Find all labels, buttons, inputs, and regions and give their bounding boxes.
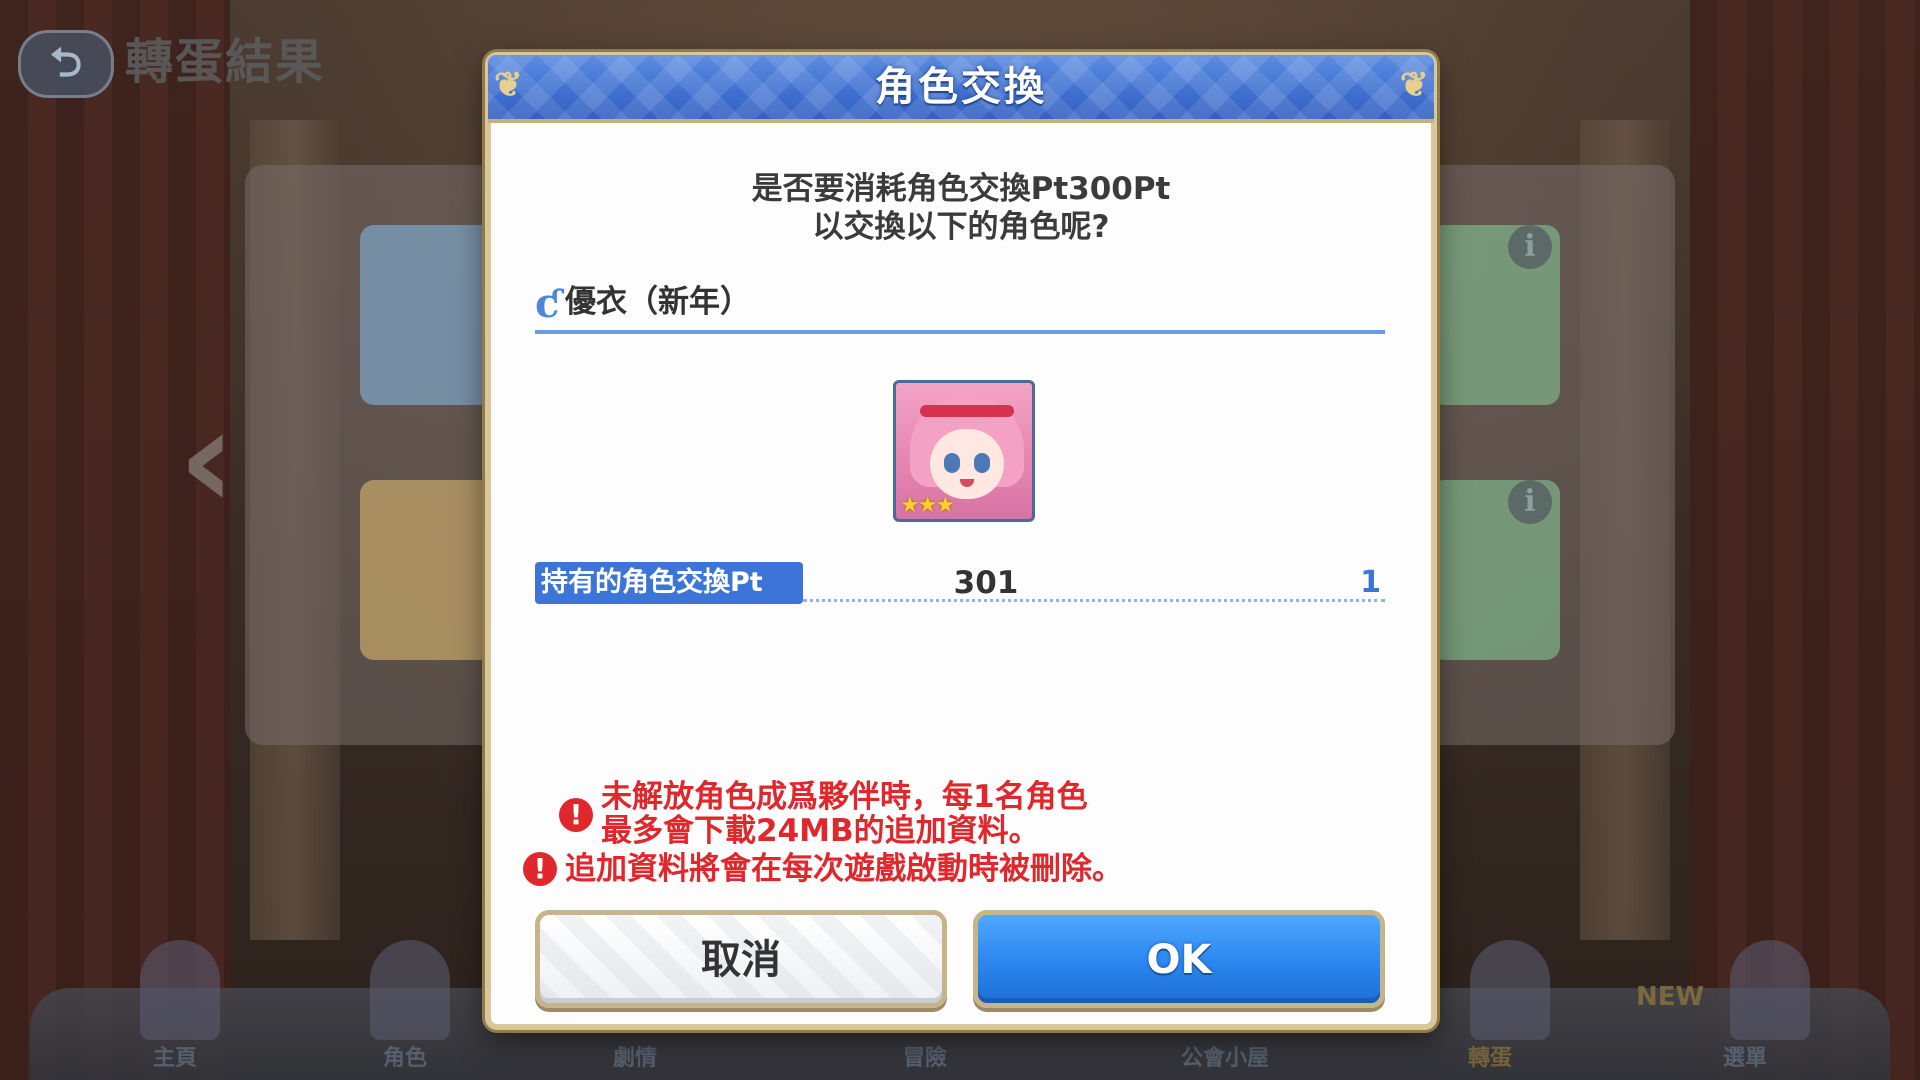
- nav-item-characters[interactable]: 角色: [340, 1044, 470, 1074]
- owned-pt-label: 持有的角色交換Pt: [535, 562, 803, 604]
- cancel-button[interactable]: 取消: [535, 910, 947, 1008]
- portrait-eye: [944, 453, 960, 473]
- prompt-line-2: 以交換以下的角色呢?: [812, 209, 1110, 245]
- back-button[interactable]: ⮌: [18, 30, 114, 98]
- game-screen: i i ⮌ 轉蛋結果 ‹ 主頁 角色 劇情 冒險 公會小屋 轉蛋 選單 NEW …: [0, 0, 1920, 1080]
- new-badge: NEW: [1636, 982, 1705, 1012]
- nav-item-home[interactable]: 主頁: [110, 1044, 240, 1074]
- back-arrow-icon: ⮌: [49, 40, 83, 86]
- nav-item-menu[interactable]: 選單: [1680, 1044, 1810, 1074]
- delete-warning: 追加資料將會在每次遊戲啟動時被刪除。: [565, 851, 1123, 887]
- warning-line-2: 最多會下載24MB的追加資料。: [601, 813, 1040, 849]
- swirl-icon: ƈ: [535, 280, 560, 327]
- portrait-face: [930, 429, 1004, 499]
- star-rating-icon: ★★★: [900, 493, 955, 518]
- character-name-row: ƈ 優衣（新年）: [535, 278, 1385, 334]
- nav-figure: [1730, 940, 1810, 1040]
- character-portrait[interactable]: ★★★: [893, 380, 1035, 522]
- right-curtain: [1690, 0, 1920, 1080]
- exchange-prompt: 是否要消耗角色交換Pt300Pt 以交換以下的角色呢?: [491, 170, 1431, 246]
- portrait-hairband: [920, 405, 1014, 417]
- nav-figure: [140, 940, 220, 1040]
- nav-figure: [370, 940, 450, 1040]
- screen-title: 轉蛋結果: [125, 34, 326, 90]
- download-warning: 未解放角色成爲夥伴時，每1名角色 最多會下載24MB的追加資料。: [601, 780, 1088, 848]
- dialog-title: 角色交換: [875, 64, 1047, 110]
- character-name: 優衣（新年）: [565, 284, 751, 320]
- ok-button[interactable]: OK: [973, 910, 1385, 1008]
- owned-pt-value: 301: [953, 565, 1019, 601]
- pt-divider: [803, 599, 1385, 602]
- nav-item-adventure[interactable]: 冒險: [860, 1044, 990, 1074]
- ornament-icon: ❦: [1400, 65, 1429, 105]
- left-arrow-icon[interactable]: ‹: [178, 390, 236, 530]
- nav-item-story[interactable]: 劇情: [570, 1044, 700, 1074]
- info-icon[interactable]: i: [1508, 480, 1552, 524]
- warning-icon: !: [523, 852, 557, 886]
- remaining-pt-value: 1: [1360, 565, 1381, 600]
- dialog-header: ❦ 角色交換 ❦: [488, 55, 1434, 123]
- nav-item-gacha[interactable]: 轉蛋: [1425, 1044, 1555, 1074]
- warning-icon: !: [559, 798, 593, 832]
- prompt-line-1: 是否要消耗角色交換Pt300Pt: [751, 171, 1171, 207]
- portrait-eye: [974, 453, 990, 473]
- nav-figure: [1470, 940, 1550, 1040]
- character-exchange-dialog: ❦ 角色交換 ❦ 是否要消耗角色交換Pt300Pt 以交換以下的角色呢? ƈ 優…: [485, 52, 1437, 1030]
- info-icon[interactable]: i: [1508, 225, 1552, 269]
- nav-item-guild-house[interactable]: 公會小屋: [1160, 1044, 1290, 1074]
- warning-line-1: 未解放角色成爲夥伴時，每1名角色: [601, 779, 1088, 815]
